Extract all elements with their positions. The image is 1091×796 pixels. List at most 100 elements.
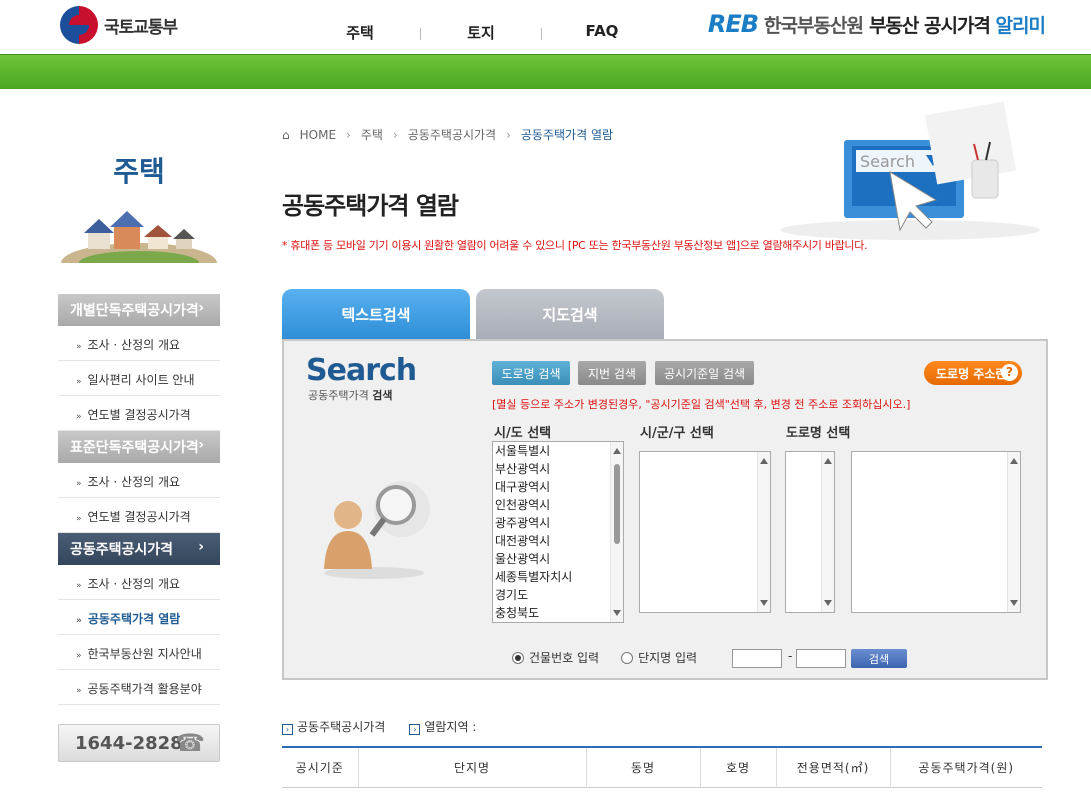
scrollbar[interactable] (1007, 452, 1020, 612)
sidebar-group-label: 개별단독주택공시가격 (70, 303, 199, 319)
tab-map-search[interactable]: 지도검색 (476, 289, 664, 339)
scroll-down-icon[interactable] (613, 610, 621, 616)
sidebar-group-standard-house[interactable]: 표준단독주택공시가격 › (58, 431, 220, 463)
bullet-icon: » (76, 616, 82, 626)
building-main-number-input[interactable] (732, 649, 782, 668)
breadcrumb-separator-icon: › (346, 127, 351, 142)
sido-option[interactable]: 부산광역시 (493, 460, 623, 478)
breadcrumb-housing[interactable]: 주택 (361, 126, 383, 143)
breadcrumb-apartment[interactable]: 공동주택공시가격 (408, 126, 496, 143)
sido-option[interactable]: 광주광역시 (493, 514, 623, 532)
lot-number-search-button[interactable]: 지번 검색 (578, 361, 646, 385)
menu-faq[interactable]: FAQ (542, 22, 662, 43)
complex-name-radio-label[interactable]: 단지명 입력 (638, 649, 697, 666)
road-address-label: 도로명 주소란 (936, 367, 1007, 381)
scroll-up-icon[interactable] (760, 458, 768, 464)
site-title-accent: 알리미 (995, 14, 1046, 37)
sidebar-group-individual-house[interactable]: 개별단독주택공시가격 › (58, 294, 220, 326)
sidebar-item-yearly-price[interactable]: » 연도별 결정공시가격 (58, 498, 220, 533)
sidebar-item-ilsapyeonri[interactable]: » 일사편리 사이트 안내 (58, 361, 220, 396)
sidebar-item-usage-fields[interactable]: » 공동주택가격 활용분야 (58, 670, 220, 705)
scrollbar-thumb[interactable] (614, 464, 620, 544)
breadcrumb-separator-icon: › (506, 127, 511, 142)
scroll-down-icon[interactable] (1010, 600, 1018, 606)
sidebar-item-survey-overview[interactable]: » 조사 · 산정의 개요 (58, 326, 220, 361)
breadcrumb-home[interactable]: HOME (300, 128, 336, 142)
sidebar-item-survey-overview[interactable]: » 조사 · 산정의 개요 (58, 463, 220, 498)
menu-housing[interactable]: 주택 (300, 22, 420, 43)
sido-option[interactable]: 인천광역시 (493, 496, 623, 514)
col-unit: 호명 (699, 747, 776, 787)
sidebar-item-label: 연도별 결정공시가격 (87, 510, 191, 524)
complex-name-radio[interactable] (621, 651, 634, 664)
sidebar-item-branch-info[interactable]: » 한국부동산원 지사안내 (58, 635, 220, 670)
site-title: 부동산 공시가격 알리미 (868, 11, 1046, 38)
building-sub-number-input[interactable] (796, 649, 846, 668)
sidebar-group-label: 공동주택공시가격 (70, 542, 174, 558)
bullet-icon: » (76, 581, 82, 591)
scroll-down-icon[interactable] (760, 600, 768, 606)
road-name-search-button[interactable]: 도로명 검색 (492, 361, 570, 385)
col-exclusive-area: 전용면적(㎡) (775, 747, 890, 787)
road-name-label: 도로명 선택 (786, 426, 851, 441)
input-mode-radios: 건물번호 입력 단지명 입력 (512, 649, 697, 666)
sido-option[interactable]: 충청북도 (493, 604, 623, 622)
green-banner (0, 54, 1091, 89)
breadcrumb-current: 공동주택가격 열람 (520, 128, 614, 142)
sidebar-item-survey-overview[interactable]: » 조사 · 산정의 개요 (58, 565, 220, 600)
col-complex-name: 단지명 (357, 747, 586, 787)
sidebar-group-label: 표준단독주택공시가격 (70, 440, 199, 456)
sidebar-item-label: 연도별 결정공시가격 (87, 408, 191, 422)
sidebar-title: 주택 (113, 155, 165, 188)
sido-option[interactable]: 대전광역시 (493, 532, 623, 550)
breadcrumb-separator-icon: › (392, 127, 398, 142)
breadcrumb: ⌂ HOME › 주택 › 공동주택공시가격 › 공동주택가격 열람 (282, 126, 613, 143)
results-price-text: 공동주택공시가격 (297, 720, 386, 734)
scroll-down-icon[interactable] (824, 600, 832, 606)
sido-option[interactable]: 대구광역시 (493, 478, 623, 496)
sido-option[interactable]: 울산광역시 (493, 550, 623, 568)
reb-mark: REB (707, 10, 759, 38)
scrollbar[interactable] (821, 452, 834, 612)
page-title: 공동주택가격 열람 (282, 192, 459, 220)
building-number-radio[interactable] (512, 651, 524, 664)
search-subtitle: 공동주택가격 검색 (308, 387, 392, 403)
taegeuk-emblem-icon (60, 6, 98, 44)
reb-logo[interactable]: REB 한국부동산원 부동산 공시가격 알리미 (707, 10, 1046, 38)
sido-option[interactable]: 경기도 (493, 586, 623, 604)
sigungu-select[interactable] (639, 451, 771, 613)
site-title-prefix: 부동산 공시가격 (868, 14, 991, 37)
scroll-up-icon[interactable] (1010, 458, 1018, 464)
box-arrow-icon: › (409, 724, 421, 735)
base-date-search-button[interactable]: 공시기준일 검색 (655, 361, 754, 385)
reb-org-name: 한국부동산원 (764, 14, 864, 37)
scrollbar[interactable] (757, 452, 770, 612)
bullet-icon: » (76, 651, 82, 661)
sidebar-item-apartment-price-view[interactable]: » 공동주택가격 열람 (58, 600, 220, 635)
scrollbar[interactable] (610, 442, 623, 622)
sigungu-label: 시/군/구 선택 (640, 426, 714, 441)
search-button[interactable]: 검색 (851, 649, 907, 668)
sido-select[interactable]: 서울특별시 부산광역시 대구광역시 인천광역시 광주광역시 대전광역시 울산광역… (492, 441, 624, 623)
tab-text-search[interactable]: 텍스트검색 (282, 289, 470, 339)
scroll-up-icon[interactable] (824, 458, 832, 464)
sido-option[interactable]: 서울특별시 (493, 442, 623, 460)
sidebar-group-apartment[interactable]: 공동주택공시가격 › (58, 533, 220, 565)
main-menu: 주택 토지 FAQ (300, 22, 662, 43)
box-arrow-icon: › (282, 724, 293, 735)
chevron-right-icon: › (198, 437, 204, 453)
bullet-icon: » (76, 514, 82, 524)
sido-option[interactable]: 세종특별자치시 (493, 568, 623, 586)
bullet-icon: » (76, 412, 82, 422)
road-initial-select[interactable] (785, 451, 835, 613)
sidebar-item-yearly-price[interactable]: » 연도별 결정공시가격 (58, 396, 220, 431)
road-address-button[interactable]: 도로명 주소란? (924, 361, 1022, 385)
building-number-radio-label[interactable]: 건물번호 입력 (529, 649, 599, 666)
menu-land[interactable]: 토지 (421, 22, 541, 43)
sidebar-item-label: 조사 · 산정의 개요 (87, 475, 181, 489)
molit-logo[interactable]: 국토교통부 (60, 6, 178, 44)
road-name-select[interactable] (851, 451, 1021, 613)
scroll-up-icon[interactable] (613, 448, 621, 454)
bullet-icon: » (76, 377, 82, 387)
houses-illustration-icon (61, 211, 217, 263)
